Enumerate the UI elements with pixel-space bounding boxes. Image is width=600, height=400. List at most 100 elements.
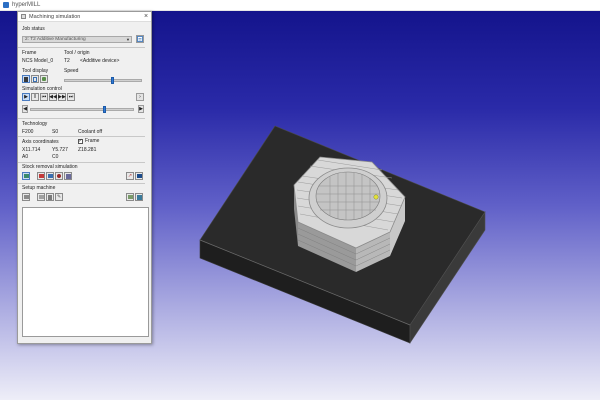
coolant-value: Coolant off [78,129,103,135]
panel-close-button[interactable]: × [141,13,151,20]
progress-slider-track[interactable] [30,108,134,111]
origin-value: <Additive device> [80,58,120,64]
speed-slider-thumb[interactable] [110,77,114,84]
arrow-right-icon: ▶ [139,106,143,112]
stock-removal-label: Stock removal simulation [22,164,78,170]
setup-machine-button[interactable] [22,193,30,201]
check-icon: ✓ [78,138,83,144]
speed-slider-track[interactable] [64,79,142,82]
simulation-next-button[interactable]: › [136,93,144,101]
job-list-button[interactable] [136,35,144,43]
progress-forward-button[interactable]: ▶ [138,105,144,113]
machining-simulation-panel: Machining simulation × Job status 2: T2 … [17,11,152,344]
app-title: hyperMILL [12,2,41,8]
simulation-start-button[interactable]: ⏮ [40,93,48,101]
measure-icon: ↗ [127,173,133,179]
chevron-right-icon: › [139,94,141,100]
measure-button[interactable]: ↗ [126,172,134,180]
stock-color-button[interactable] [46,172,54,180]
fixture-icon [48,194,52,200]
simulation-forward-button[interactable]: ▶▶ [58,93,66,101]
z-coordinate: Z18.281 [78,147,97,153]
stock-record-button[interactable] [55,172,63,180]
setup-edit-button[interactable]: ✎ [55,193,63,201]
job-status-dropdown[interactable]: 2: T2 Additive Manufacturing ▼ [22,36,132,43]
tool-origin-label: Tool / origin [64,50,90,56]
setup-view-button[interactable] [126,193,134,201]
machine-icon [23,195,29,199]
app-logo-icon [3,2,9,8]
message-log-area[interactable] [22,207,149,337]
progress-back-button[interactable]: ◀ [22,105,28,113]
tool-display-holder-button[interactable] [40,75,48,83]
skip-back-icon: ⏮ [41,94,47,100]
simulation-run-button[interactable]: ▶ [22,93,30,101]
pencil-icon: ✎ [56,194,62,200]
divider [18,47,145,48]
setup-machine-toolbar: ✎ [22,193,64,201]
rewind-icon: ◀◀ [49,94,57,100]
window-icon [136,174,142,178]
view-icon [127,195,133,199]
progress-slider-thumb[interactable] [103,106,107,113]
divider [18,136,145,137]
stock-window-button[interactable] [135,172,143,180]
stock-save-button[interactable] [64,172,72,180]
record-icon [57,174,61,178]
run-icon: ▶ [24,94,28,100]
setup-machine-label: Setup machine [22,185,56,191]
simulation-control-toolbar: ▶ ‖ ⏮ ◀◀ ▶▶ ⏭ [22,93,76,101]
tool-tip-marker [373,194,379,200]
frame-checkbox-group[interactable]: ✓ Frame [78,138,99,144]
tool-display-wire-button[interactable] [31,75,39,83]
panel-body: Job status 2: T2 Additive Manufacturing … [18,22,151,343]
arrow-left-icon: ◀ [23,106,27,112]
simulation-pause-button[interactable]: ‖ [31,93,39,101]
c-coordinate: C0 [52,154,59,160]
compare-icon [38,174,44,178]
axis-icon [38,195,44,199]
axis-coordinates-label: Axis coordinates [22,139,59,145]
divider [18,183,145,184]
technology-label: Technology [22,121,48,127]
panel-titlebar[interactable]: Machining simulation × [18,12,151,22]
a-coordinate: A0 [22,154,29,160]
panel-app-icon [21,14,26,19]
setup-settings-button[interactable] [135,193,143,201]
tool-wire-icon [33,76,37,82]
save-icon [65,173,71,179]
stock-compare-button[interactable] [37,172,45,180]
tool-display-toolbar [22,75,49,83]
list-icon [137,36,143,42]
pause-icon: ‖ [33,94,37,100]
setup-fixture-button[interactable] [46,193,54,201]
job-status-value: 2: T2 Additive Manufacturing [25,37,86,42]
frame-value: NCS Model_0 [22,58,54,64]
frame-checkbox-label: Frame [85,138,100,144]
x-coordinate: X11.714 [22,147,41,153]
tool-holder-icon [42,77,46,81]
frame-checkbox[interactable]: ✓ [78,138,83,144]
app-titlebar: hyperMILL [0,0,600,11]
color-icon [47,174,53,178]
circular-boss-top [315,171,381,221]
setup-axis-button[interactable] [37,193,45,201]
stock-tools-group: ↗ [126,172,144,180]
tool-value: T2 [64,58,70,64]
tool-display-solid-button[interactable] [22,75,30,83]
simulation-end-button[interactable]: ⏭ [67,93,75,101]
frame-label: Frame [22,50,37,56]
stock-removal-toolbar [22,172,73,180]
tool-display-label: Tool display [22,68,49,74]
stock-view-button[interactable] [22,172,30,180]
skip-forward-icon: ⏭ [68,94,74,100]
panel-title: Machining simulation [29,13,81,20]
fast-forward-icon: ▶▶ [58,94,66,100]
divider [18,118,145,119]
simulation-control-label: Simulation control [22,86,62,92]
settings-icon [136,194,142,200]
job-status-label: Job status [22,26,45,32]
tool-solid-icon [24,76,28,82]
simulation-back-button[interactable]: ◀◀ [49,93,57,101]
stock-icon [23,174,29,178]
